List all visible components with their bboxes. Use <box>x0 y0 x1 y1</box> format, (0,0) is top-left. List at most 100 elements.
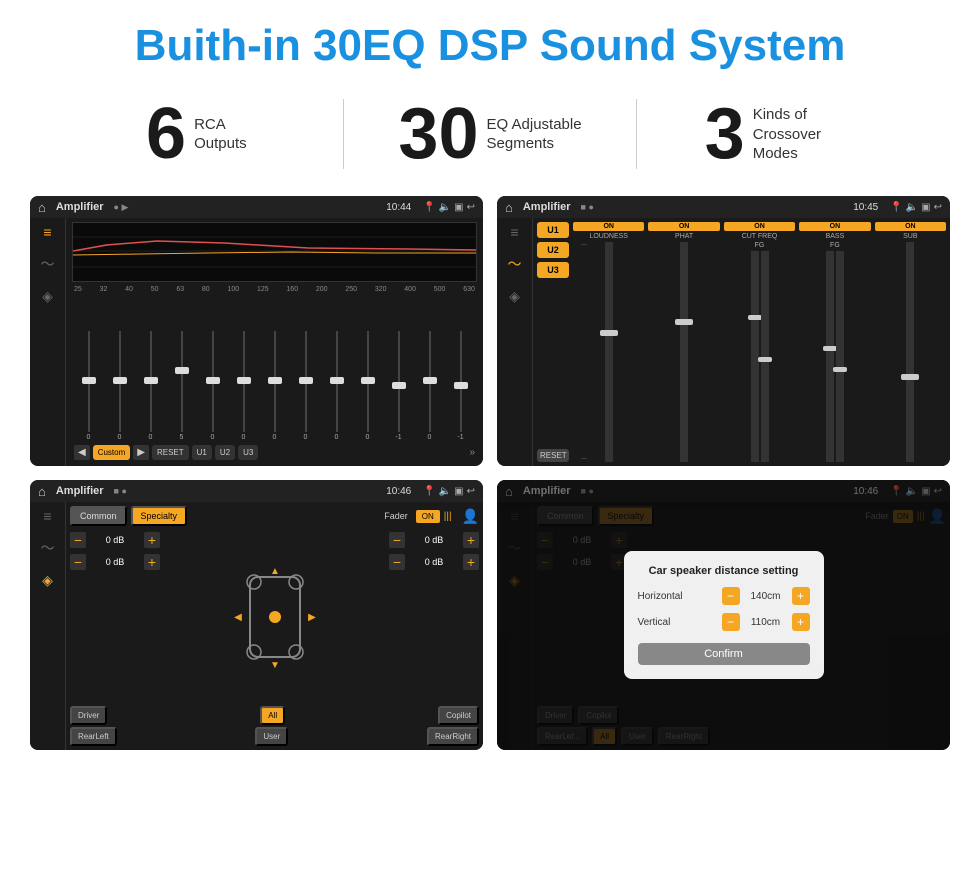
eq-freq-labels: 25 32 40 50 63 80 100 125 160 200 250 32… <box>72 286 477 293</box>
home-icon-eq[interactable]: ⌂ <box>38 200 46 215</box>
fader-db-val-1: 0 dB <box>89 535 141 545</box>
screen-eq: ⌂ Amplifier ● ▶ 10:44 📍 🔈 ▣ ↩ ≡ 〜 ◈ <box>30 196 483 466</box>
fader-plus-1[interactable]: + <box>144 532 160 548</box>
home-icon-fader[interactable]: ⌂ <box>38 484 46 499</box>
reset-button-crossover[interactable]: RESET <box>537 449 569 462</box>
fader-label: Fader <box>384 511 408 521</box>
fader-minus-4[interactable]: − <box>389 554 405 570</box>
eq-slider-13: -1 <box>446 331 475 441</box>
crossover-channels: ON LOUDNESS — — <box>573 222 946 462</box>
back-icon-crossover[interactable]: ↩ <box>934 202 942 213</box>
location-icon-fader: 📍 <box>423 486 435 497</box>
fader-plus-4[interactable]: + <box>463 554 479 570</box>
u1-button-crossover[interactable]: U1 <box>537 222 569 238</box>
u1-button-eq[interactable]: U1 <box>192 445 212 460</box>
custom-button[interactable]: Custom <box>93 445 131 460</box>
eq-next-btn[interactable]: ▶ <box>133 445 149 460</box>
eq-sliders: 0 0 0 5 0 <box>72 295 477 441</box>
status-bar-fader: ⌂ Amplifier ■ ● 10:46 📍 🔈 ▣ ↩ <box>30 480 483 502</box>
fader-main: Common Specialty Fader ON ||| 👤 − 0 dB + <box>66 502 483 750</box>
u2-button-crossover[interactable]: U2 <box>537 242 569 258</box>
u2-button-eq[interactable]: U2 <box>215 445 235 460</box>
app-name-fader: Amplifier <box>56 485 104 497</box>
channel-bass-on[interactable]: ON <box>799 222 870 231</box>
copilot-button[interactable]: Copilot <box>438 706 479 725</box>
fader-minus-3[interactable]: − <box>389 532 405 548</box>
screen-icon-crossover: ▣ <box>921 202 930 213</box>
eq-chart <box>72 222 477 282</box>
expand-icon-eq[interactable]: » <box>469 447 475 458</box>
channel-bass-label: BASS <box>826 233 845 240</box>
sidebar-eq-icon[interactable]: ≡ <box>43 224 51 240</box>
dialog-vertical-minus[interactable]: − <box>722 613 740 631</box>
status-bar-eq: ⌂ Amplifier ● ▶ 10:44 📍 🔈 ▣ ↩ <box>30 196 483 218</box>
channel-sub: ON SUB <box>875 222 946 462</box>
volume-icon-fader: 🔈 <box>439 486 451 497</box>
rearleft-button[interactable]: RearLeft <box>70 727 117 746</box>
eq-slider-11: -1 <box>384 331 413 441</box>
sidebar-vol-icon[interactable]: ◈ <box>42 288 53 305</box>
u3-button-eq[interactable]: U3 <box>238 445 258 460</box>
fader-person-icon[interactable]: 👤 <box>462 508 479 525</box>
dialog-horizontal-plus[interactable]: + <box>792 587 810 605</box>
sidebar-vol-icon-x[interactable]: ◈ <box>509 288 520 305</box>
status-dots-eq: ● ▶ <box>114 202 129 213</box>
sidebar-wave-icon-x[interactable]: 〜 <box>508 254 522 274</box>
stat-divider-1 <box>343 99 344 169</box>
screens-grid: ⌂ Amplifier ● ▶ 10:44 📍 🔈 ▣ ↩ ≡ 〜 ◈ <box>0 188 980 770</box>
channel-loudness-on[interactable]: ON <box>573 222 644 231</box>
svg-text:◀: ◀ <box>234 612 242 623</box>
eq-prev-btn[interactable]: ◀ <box>74 445 90 460</box>
channel-sub-label: SUB <box>903 233 917 240</box>
fader-plus-3[interactable]: + <box>463 532 479 548</box>
stat-divider-2 <box>636 99 637 169</box>
fader-db-val-4: 0 dB <box>408 557 460 567</box>
eq-slider-5: 0 <box>198 331 227 441</box>
fader-minus-2[interactable]: − <box>70 554 86 570</box>
fader-on-button[interactable]: ON <box>416 510 440 523</box>
stat-eq-number: 30 <box>398 98 478 170</box>
sidebar-eq-icon-f[interactable]: ≡ <box>43 508 51 524</box>
eq-chart-svg <box>73 223 476 281</box>
user-button[interactable]: User <box>255 727 288 746</box>
dialog-vertical-value: 110cm <box>746 617 786 628</box>
channel-sub-on[interactable]: ON <box>875 222 946 231</box>
dialog-vertical-plus[interactable]: + <box>792 613 810 631</box>
channel-bass: ON BASS F G <box>799 222 870 462</box>
sidebar-vol-icon-f[interactable]: ◈ <box>42 572 53 589</box>
reset-button-eq[interactable]: RESET <box>152 445 189 460</box>
app-name-eq: Amplifier <box>56 201 104 213</box>
channel-cutfreq-label: CUT FREQ <box>742 233 778 240</box>
location-icon-crossover: 📍 <box>890 202 902 213</box>
channel-phat-on[interactable]: ON <box>648 222 719 231</box>
home-icon-crossover[interactable]: ⌂ <box>505 200 513 215</box>
tab-common-fader[interactable]: Common <box>70 506 127 526</box>
sidebar-wave-icon[interactable]: 〜 <box>41 254 55 274</box>
fader-minus-1[interactable]: − <box>70 532 86 548</box>
driver-button[interactable]: Driver <box>70 706 107 725</box>
screen-crossover: ⌂ Amplifier ■ ● 10:45 📍 🔈 ▣ ↩ ≡ 〜 ◈ U1 U… <box>497 196 950 466</box>
channel-cutfreq-on[interactable]: ON <box>724 222 795 231</box>
all-button[interactable]: All <box>260 706 285 725</box>
back-icon-fader[interactable]: ↩ <box>467 486 475 497</box>
fader-bottom: Driver All Copilot <box>70 706 479 725</box>
u3-button-crossover[interactable]: U3 <box>537 262 569 278</box>
back-icon-eq[interactable]: ↩ <box>467 202 475 213</box>
fader-center-panel: ▲ ▼ ◀ ▶ <box>168 532 381 702</box>
dialog-horizontal-minus[interactable]: − <box>722 587 740 605</box>
confirm-button[interactable]: Confirm <box>638 643 810 665</box>
sidebar-wave-icon-f[interactable]: 〜 <box>41 538 55 558</box>
fader-right-panel: − 0 dB + − 0 dB + <box>389 532 479 702</box>
rearright-button[interactable]: RearRight <box>427 727 479 746</box>
screen-fader: ⌂ Amplifier ■ ● 10:46 📍 🔈 ▣ ↩ ≡ 〜 ◈ Comm… <box>30 480 483 750</box>
stat-rca: 6 RCAOutputs <box>60 98 333 170</box>
eq-slider-10: 0 <box>353 331 382 441</box>
tab-specialty-fader[interactable]: Specialty <box>131 506 188 526</box>
status-bar-crossover: ⌂ Amplifier ■ ● 10:45 📍 🔈 ▣ ↩ <box>497 196 950 218</box>
crossover-main: U1 U2 U3 RESET ON LOUDNESS — <box>533 218 950 466</box>
fader-plus-2[interactable]: + <box>144 554 160 570</box>
eq-slider-7: 0 <box>260 331 289 441</box>
sidebar-eq-icon-x[interactable]: ≡ <box>510 224 518 240</box>
page-title: Buith-in 30EQ DSP Sound System <box>0 0 980 80</box>
fader-tabs: Common Specialty Fader ON ||| 👤 <box>70 506 479 526</box>
